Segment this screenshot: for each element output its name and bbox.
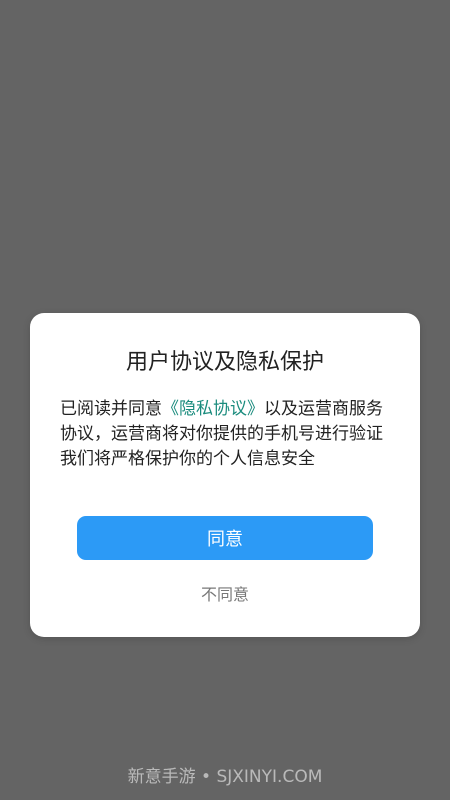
privacy-assurance-text: 我们将严格保护你的个人信息安全 bbox=[60, 449, 315, 469]
privacy-policy-link[interactable]: 《隐私协议》 bbox=[162, 399, 264, 419]
dialog-body: 已阅读并同意《隐私协议》以及运营商服务协议，运营商将对你提供的手机号进行验证 我… bbox=[60, 397, 394, 472]
disagree-button[interactable]: 不同意 bbox=[30, 579, 420, 607]
agree-button[interactable]: 同意 bbox=[77, 516, 373, 560]
agreement-paragraph: 已阅读并同意《隐私协议》以及运营商服务协议，运营商将对你提供的手机号进行验证 bbox=[60, 397, 394, 447]
privacy-dialog: 用户协议及隐私保护 已阅读并同意《隐私协议》以及运营商服务协议，运营商将对你提供… bbox=[30, 313, 420, 637]
agreement-prefix: 已阅读并同意 bbox=[60, 399, 162, 419]
dialog-title: 用户协议及隐私保护 bbox=[125, 350, 324, 375]
watermark: 新意手游 • SJXINYI.COM bbox=[127, 767, 323, 787]
